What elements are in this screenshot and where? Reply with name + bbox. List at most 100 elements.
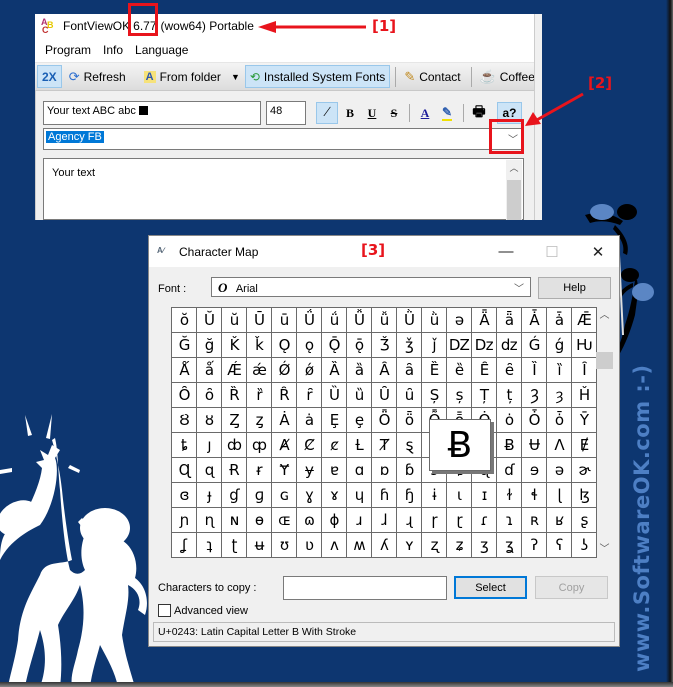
char-cell[interactable]: ȅ — [447, 358, 472, 383]
char-cell[interactable]: ɩ — [447, 483, 472, 508]
char-cell[interactable]: ɷ — [297, 508, 322, 533]
char-cell[interactable]: ɿ — [497, 508, 522, 533]
char-cell[interactable]: ə — [447, 308, 472, 333]
char-cell[interactable]: ɍ — [247, 458, 272, 483]
char-cell[interactable]: ɾ — [472, 508, 497, 533]
char-cell[interactable]: ȫ — [397, 408, 422, 433]
menu-info[interactable]: Info — [97, 43, 129, 57]
char-cell[interactable]: ʎ — [372, 533, 397, 558]
char-cell[interactable]: Ǫ — [272, 333, 297, 358]
italic-button[interactable]: ∕ — [316, 102, 338, 124]
char-cell[interactable]: Ǡ — [522, 308, 547, 333]
scroll-up-icon[interactable]: ︿ — [506, 160, 522, 177]
char-cell[interactable]: ȝ — [547, 383, 572, 408]
bold-button[interactable]: B — [339, 102, 361, 124]
char-cell[interactable]: ȱ — [547, 408, 572, 433]
char-cell[interactable]: Ʉ — [522, 433, 547, 458]
char-cell[interactable]: ǘ — [322, 308, 347, 333]
char-cell[interactable]: ǭ — [347, 333, 372, 358]
advanced-view-checkbox[interactable]: Advanced view — [158, 604, 248, 617]
char-cell[interactable]: ɡ — [247, 483, 272, 508]
char-cell[interactable]: ɟ — [197, 483, 222, 508]
char-cell[interactable]: Ŭ — [197, 308, 222, 333]
char-cell[interactable]: ț — [497, 383, 522, 408]
char-cell[interactable]: ɵ — [247, 508, 272, 533]
char-cell[interactable]: ȓ — [297, 383, 322, 408]
underline-button[interactable]: U — [361, 102, 383, 124]
sample-text-input[interactable]: Your text ABC abc — [43, 101, 261, 125]
char-cell[interactable]: ʔ — [522, 533, 547, 558]
char-cell[interactable]: ȇ — [497, 358, 522, 383]
char-cell[interactable]: ȉ — [547, 358, 572, 383]
characters-to-copy-input[interactable] — [283, 576, 447, 600]
char-cell[interactable]: Ƚ — [347, 433, 372, 458]
char-cell[interactable]: ɞ — [172, 483, 197, 508]
char-cell[interactable]: ɏ — [297, 458, 322, 483]
charmap-scrollbar[interactable]: ︿ ﹀ — [596, 307, 613, 558]
char-cell[interactable]: Ȳ — [572, 408, 597, 433]
char-cell[interactable]: Ǟ — [472, 308, 497, 333]
checkbox-box[interactable] — [158, 604, 171, 617]
zoom-2x-button[interactable]: 2X — [37, 65, 62, 88]
char-cell[interactable]: Ɍ — [222, 458, 247, 483]
contact-button[interactable]: ✎ Contact — [399, 65, 465, 88]
char-cell[interactable]: Ⱥ — [272, 433, 297, 458]
char-cell[interactable]: Ǽ — [222, 358, 247, 383]
char-cell[interactable]: ȧ — [297, 408, 322, 433]
char-cell[interactable]: ɸ — [322, 508, 347, 533]
char-cell[interactable]: ɗ — [497, 458, 522, 483]
char-cell[interactable]: ǜ — [422, 308, 447, 333]
char-cell[interactable]: ɠ — [222, 483, 247, 508]
char-cell[interactable]: Ȟ — [572, 383, 597, 408]
char-cell[interactable]: ȣ — [197, 408, 222, 433]
char-cell[interactable]: Ȓ — [272, 383, 297, 408]
char-cell[interactable]: ǚ — [372, 308, 397, 333]
char-cell[interactable]: Ɇ — [572, 433, 597, 458]
char-cell[interactable]: Ȫ — [372, 408, 397, 433]
char-cell[interactable]: ə — [547, 458, 572, 483]
char-cell[interactable]: ȯ — [497, 408, 522, 433]
char-cell[interactable]: Ȇ — [472, 358, 497, 383]
char-cell[interactable]: Ȃ — [372, 358, 397, 383]
char-cell[interactable]: Ū — [247, 308, 272, 333]
char-cell[interactable]: Ȏ — [172, 383, 197, 408]
char-cell[interactable]: Ǳ — [447, 333, 472, 358]
char-cell[interactable]: ʉ — [247, 533, 272, 558]
char-cell[interactable]: Ȋ — [572, 358, 597, 383]
char-cell[interactable]: Ƀ — [497, 433, 522, 458]
close-button[interactable]: ✕ — [575, 236, 621, 267]
char-cell[interactable]: ɑ — [347, 458, 372, 483]
char-cell[interactable]: ɋ — [197, 458, 222, 483]
help-button[interactable]: Help — [538, 277, 611, 299]
char-cell[interactable]: ȩ — [347, 408, 372, 433]
char-cell[interactable]: ǰ — [422, 333, 447, 358]
char-cell[interactable]: ɪ — [472, 483, 497, 508]
char-cell[interactable]: ɦ — [372, 483, 397, 508]
char-cell[interactable]: ȥ — [247, 408, 272, 433]
char-cell[interactable]: Ğ — [172, 333, 197, 358]
scroll-down-icon[interactable]: ﹀ — [596, 541, 613, 558]
char-cell[interactable]: ȗ — [397, 383, 422, 408]
char-cell[interactable]: Ǿ — [272, 358, 297, 383]
char-cell[interactable]: ɬ — [522, 483, 547, 508]
font-color-button[interactable]: A — [414, 102, 436, 124]
char-cell[interactable]: ʇ — [197, 533, 222, 558]
char-cell[interactable]: ɥ — [347, 483, 372, 508]
char-cell[interactable]: ǯ — [397, 333, 422, 358]
char-cell[interactable]: ʕ — [547, 533, 572, 558]
installed-system-fonts-button[interactable]: ⟲ Installed System Fonts — [244, 65, 391, 88]
char-cell[interactable]: ȸ — [222, 433, 247, 458]
menu-program[interactable]: Program — [39, 43, 97, 57]
char-cell[interactable]: ğ — [197, 333, 222, 358]
char-cell[interactable]: Ǜ — [397, 308, 422, 333]
char-cell[interactable]: Ȅ — [422, 358, 447, 383]
char-cell[interactable]: Ȣ — [172, 408, 197, 433]
char-cell[interactable]: ʖ — [572, 533, 597, 558]
char-cell[interactable]: ɨ — [422, 483, 447, 508]
char-cell[interactable]: Ȥ — [222, 408, 247, 433]
charmap-font-select[interactable]: O Arial ﹀ — [211, 277, 531, 297]
char-cell[interactable]: Ȱ — [522, 408, 547, 433]
char-cell[interactable]: ɻ — [397, 508, 422, 533]
scroll-thumb[interactable] — [596, 352, 613, 369]
char-cell[interactable]: ɓ — [397, 458, 422, 483]
